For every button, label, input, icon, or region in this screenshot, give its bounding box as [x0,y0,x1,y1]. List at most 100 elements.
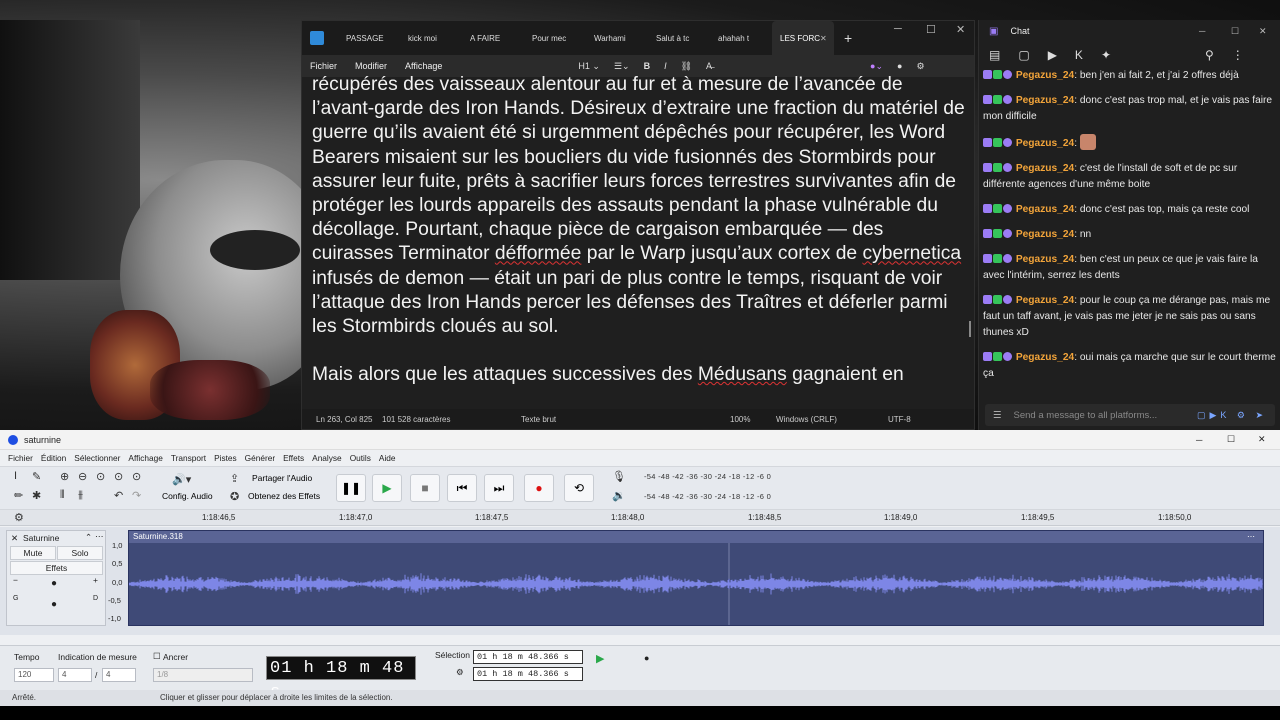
filter-icon[interactable]: ⚲ [1205,48,1214,62]
zoom-level[interactable]: 100% [730,415,750,424]
tempo-input[interactable]: 120 [14,668,54,682]
menu-fichier[interactable]: Fichier [310,61,337,71]
chat-username[interactable]: Pegazus_24 [1016,70,1074,81]
trim-icon[interactable]: ⫴ [60,489,65,502]
zoom-toggle-icon[interactable]: ⊙ [132,470,141,483]
speaker-icon[interactable]: 🔉 [612,489,626,502]
clear-format-icon[interactable]: A̶ [706,61,712,71]
share-audio-button[interactable]: Partager l'Audio [252,473,312,483]
track-close-icon[interactable]: ✕ [11,533,18,544]
chat-username[interactable]: Pegazus_24 [1016,163,1074,174]
clip-name[interactable]: Saturnine.318 [133,532,183,541]
track-name[interactable]: Saturnine [23,533,59,543]
maximize-icon[interactable]: ☐ [1231,26,1239,37]
menu-item[interactable]: Générer [245,453,275,463]
get-effects-icon[interactable]: ✪ [230,490,239,503]
chat-username[interactable]: Pegazus_24 [1016,95,1074,106]
track-collapse-icon[interactable]: ⌃ [85,532,92,543]
italic-icon[interactable]: I [664,61,667,71]
record-button[interactable]: ● [524,474,554,502]
maximize-icon[interactable]: ☐ [926,23,936,36]
menu-item[interactable]: Analyse [312,453,342,463]
chat-username[interactable]: Pegazus_24 [1016,204,1074,215]
pan-slider[interactable]: ● [51,599,57,610]
time-signature-numerator[interactable]: 4 [58,668,92,682]
microphone-icon[interactable]: 🎙 [612,470,626,483]
zoom-in-icon[interactable]: ⊕ [60,470,69,483]
tab-passage[interactable]: PASSAGE [338,21,400,55]
get-effects-button[interactable]: Obtenez des Effets [248,491,320,501]
menu-item[interactable]: Pistes [214,453,237,463]
list-icon[interactable]: ☰ [993,410,1002,421]
notepad-editor[interactable]: récupérés des vaisseaux alentour au fur … [312,73,967,411]
gain-slider[interactable]: ● [51,578,57,589]
skip-start-button[interactable]: ⏮ [447,474,477,502]
kick-icon[interactable]: K [1075,48,1083,62]
chat-username[interactable]: Pegazus_24 [1016,352,1074,363]
minimize-icon[interactable]: ─ [1196,435,1202,445]
minimize-icon[interactable]: ─ [1199,26,1205,36]
selection-end[interactable]: 01 h 18 m 48.366 s [473,667,583,681]
snap-dropdown[interactable]: 1/8 [153,668,253,682]
sparkle-icon[interactable]: ✦ [1101,48,1111,62]
twitch-icon[interactable]: ▢ [1018,48,1029,62]
zoom-out-icon[interactable]: ⊖ [78,470,87,483]
close-icon[interactable]: ✕ [956,23,965,36]
skip-end-button[interactable]: ⏭ [484,474,514,502]
play-at-speed-icon[interactable]: ▶ [596,652,604,665]
chat-username[interactable]: Pegazus_24 [1016,254,1074,265]
tab-salut[interactable]: Salut à tc [648,21,710,55]
chat-username[interactable]: Pegazus_24 [1016,138,1074,149]
fit-selection-icon[interactable]: ⊙ [96,470,105,483]
effects-button[interactable]: Effets [10,561,103,575]
account-icon[interactable]: ● [897,61,902,71]
menu-item[interactable]: Affichage [128,453,162,463]
copilot-icon[interactable]: ●⌄ [870,61,883,72]
youtube-icon[interactable]: ▶ [1048,48,1057,62]
tab-warhammer[interactable]: Warhami [586,21,648,55]
pause-button[interactable]: ❚❚ [336,474,366,502]
tab-kick-moi[interactable]: kick moi [400,21,462,55]
bold-icon[interactable]: B [644,61,651,71]
audio-setup-label[interactable]: Config. Audio [162,491,213,501]
silence-icon[interactable]: ⫵ [78,489,83,502]
redo-icon[interactable]: ↷ [132,489,141,502]
chat-icon[interactable]: ▤ [989,48,1000,62]
multi-tool-icon[interactable]: ✱ [32,489,41,502]
tab-a-faire[interactable]: A FAIRE [462,21,524,55]
heading-dropdown[interactable]: H1 ⌄ [578,61,600,72]
track-menu-icon[interactable]: ⋯ [95,531,104,542]
close-tab-icon[interactable]: ✕ [820,34,827,43]
settings-gear-icon[interactable]: ⚙ [916,61,924,72]
time-display[interactable]: 01 h 18 m 48 s [266,656,416,702]
menu-item[interactable]: Effets [283,453,304,463]
scrollbar-thumb[interactable] [969,321,971,337]
timeline-settings-icon[interactable]: ⚙ [14,511,24,524]
play-button[interactable]: ▶ [372,474,402,502]
playback-meter-scale[interactable]: -54 -48 -42 -36 -30 -24 -18 -12 -6 0 [644,492,771,501]
selection-start[interactable]: 01 h 18 m 48.366 s [473,650,583,664]
clip-header[interactable]: Saturnine.318 ⋯ [129,531,1263,543]
platform-icons[interactable]: ▢▶K ⚙ ➤ [1197,410,1267,421]
menu-item[interactable]: Transport [171,453,206,463]
link-icon[interactable]: ⛓ [681,61,692,72]
tab-ahahah[interactable]: ahahah t [710,21,772,55]
maximize-icon[interactable]: ☐ [1227,434,1235,445]
line-ending[interactable]: Windows (CRLF) [776,415,837,424]
new-tab-icon[interactable]: + [844,30,852,46]
selection-settings-icon[interactable]: ⚙ [456,667,464,678]
mute-button[interactable]: Mute [10,546,56,560]
stop-button[interactable]: ■ [410,474,440,502]
close-icon[interactable]: ✕ [1258,434,1266,445]
menu-item[interactable]: Édition [41,453,66,463]
waveform[interactable] [129,543,1263,625]
undo-icon[interactable]: ↶ [114,489,123,502]
snap-checkbox[interactable]: ☐ [153,651,161,662]
menu-item[interactable]: Outils [350,453,371,463]
share-audio-icon[interactable]: ⇪ [230,472,239,485]
solo-button[interactable]: Solo [57,546,103,560]
envelope-tool-icon[interactable]: ✎ [32,470,41,483]
encoding[interactable]: UTF-8 [888,415,911,424]
list-icon[interactable]: ☰⌄ [614,61,630,72]
fit-project-icon[interactable]: ⊙ [114,470,123,483]
